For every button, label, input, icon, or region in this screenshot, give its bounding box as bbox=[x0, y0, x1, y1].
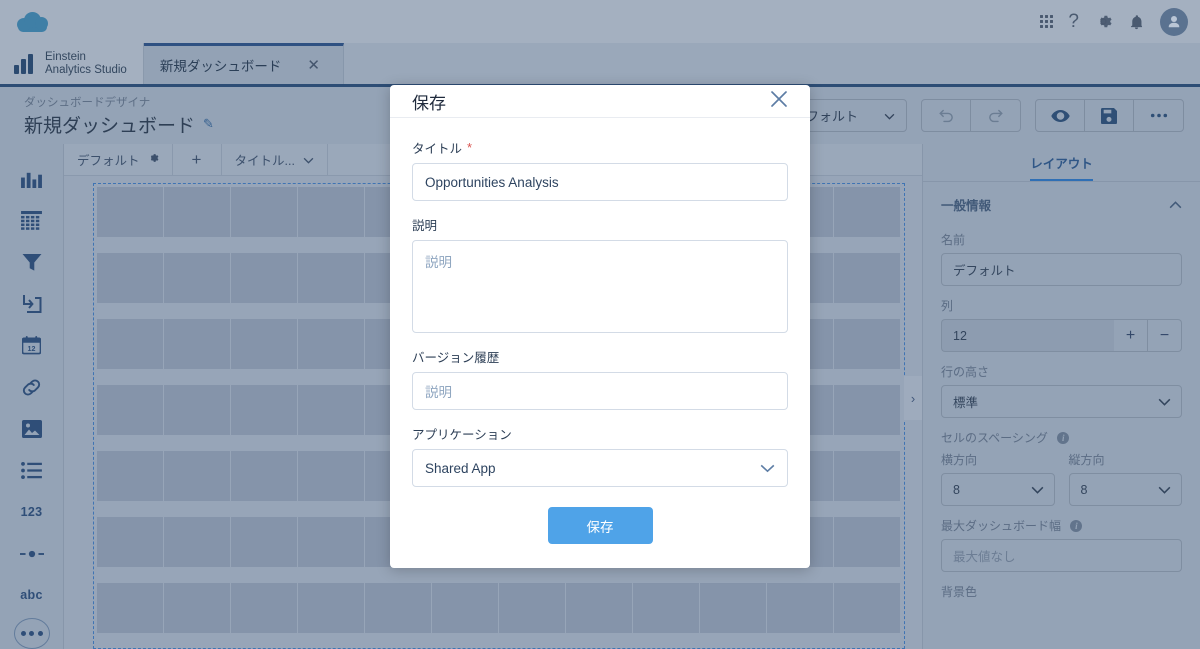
version-label: バージョン履歴 bbox=[412, 351, 500, 365]
modal-body: タイトル * Opportunities Analysis 説明 説明 バージョ… bbox=[390, 118, 810, 501]
application-value: Shared App bbox=[425, 460, 496, 476]
save-button[interactable]: 保存 bbox=[547, 507, 653, 544]
version-input[interactable]: 説明 bbox=[412, 372, 788, 410]
modal-overlay: 保存 タイトル * Opportunities Analysis 説明 説明 バ… bbox=[0, 0, 1200, 649]
application-label: アプリケーション bbox=[412, 428, 512, 442]
description-field-group: 説明 説明 bbox=[412, 215, 788, 333]
description-textarea[interactable]: 説明 bbox=[412, 240, 788, 333]
save-dashboard-modal: 保存 タイトル * Opportunities Analysis 説明 説明 バ… bbox=[390, 85, 810, 568]
description-label: 説明 bbox=[412, 219, 438, 233]
modal-title: 保存 bbox=[412, 93, 446, 113]
version-field-group: バージョン履歴 説明 bbox=[412, 347, 788, 410]
modal-footer: 保存 bbox=[390, 501, 810, 568]
version-placeholder: 説明 bbox=[425, 385, 452, 400]
title-label-text: タイトル bbox=[412, 142, 463, 156]
dashboard-designer-screen: ? Einstein Analytics Studio 新規ダッシュボード ✕ … bbox=[0, 0, 1200, 649]
chevron-down-icon bbox=[760, 461, 775, 476]
title-field-label: タイトル * bbox=[412, 138, 788, 157]
title-input[interactable]: Opportunities Analysis bbox=[412, 163, 788, 201]
modal-header: 保存 bbox=[390, 85, 810, 118]
close-icon[interactable] bbox=[770, 90, 788, 112]
application-field-group: アプリケーション Shared App bbox=[412, 424, 788, 487]
title-field-group: タイトル * Opportunities Analysis bbox=[412, 138, 788, 201]
application-select[interactable]: Shared App bbox=[412, 449, 788, 487]
required-asterisk: * bbox=[467, 140, 473, 155]
description-placeholder: 説明 bbox=[425, 255, 452, 270]
title-input-value: Opportunities Analysis bbox=[425, 174, 559, 190]
